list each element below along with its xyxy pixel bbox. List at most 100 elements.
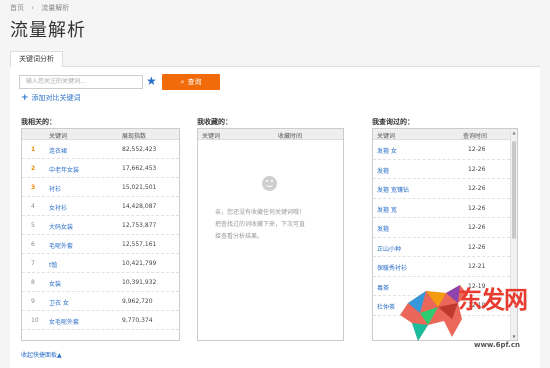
- keyword-link[interactable]: 女装: [49, 279, 61, 288]
- impression-value: 10,391,932: [122, 279, 157, 286]
- empty-line-1: 亲，您还没有收藏任何关键词哦！: [215, 209, 306, 216]
- table-row[interactable]: 正山小种 12-26: [373, 238, 510, 257]
- keyword-link[interactable]: 发箍: [377, 224, 389, 233]
- keyword-link[interactable]: 发箍: [377, 166, 389, 175]
- rank: 2: [31, 165, 36, 172]
- table-header: 关键词 查询时间: [373, 129, 517, 140]
- table-row[interactable]: 5 大码女装 12,753,877: [22, 216, 179, 235]
- table-row[interactable]: 8 女装 10,391,932: [22, 273, 179, 292]
- rank: 4: [31, 203, 35, 210]
- col-keyword: 关键词: [377, 133, 396, 140]
- col-favorite-time: 收藏时间: [278, 133, 303, 140]
- query-time: 12-26: [468, 224, 486, 231]
- watermark-brand: 东发网: [458, 285, 528, 314]
- rank: 6: [31, 241, 35, 248]
- impression-value: 12,753,877: [122, 222, 157, 229]
- rank: 8: [31, 279, 35, 286]
- keyword-link[interactable]: 杜仲茶: [377, 302, 395, 311]
- breadcrumb-current: 流量解析: [41, 4, 70, 12]
- related-keywords-table: 关键词 展现指数 1 连衣裙 82,552,423 2 中老年女装 17,662,453 3…: [21, 128, 180, 341]
- table-row[interactable]: 6 毛呢外套 12,557,161: [22, 235, 179, 254]
- query-time: 12-26: [468, 185, 486, 192]
- scroll-up-icon[interactable]: ▲: [511, 130, 517, 135]
- keyword-link[interactable]: 卫衣 女: [49, 298, 69, 307]
- tab-keyword-analysis[interactable]: 关键词分析: [10, 51, 63, 68]
- impression-value: 15,021,501: [122, 184, 157, 191]
- related-label: 我相关的：: [21, 118, 56, 126]
- impression-value: 14,428,087: [122, 203, 157, 210]
- query-button-label: 查询: [187, 78, 202, 86]
- favorites-empty-message: 亲，您还没有收藏任何关键词哦！ 把查找过的词收藏下来，下次可直 接查看分析结果。: [215, 207, 345, 243]
- rank: 5: [31, 222, 35, 229]
- keyword-link[interactable]: 发箍 宽: [377, 205, 397, 214]
- col-keyword: 关键词: [202, 133, 221, 140]
- empty-line-3: 接查看分析结果。: [215, 233, 264, 240]
- col-query-time: 查询时间: [463, 133, 488, 140]
- table-header: 关键词 展现指数: [22, 129, 179, 140]
- table-row[interactable]: 7 t恤 10,421,799: [22, 254, 179, 273]
- impression-value: 9,962,720: [122, 298, 153, 305]
- rank: 7: [31, 260, 35, 267]
- keyword-link[interactable]: 正山小种: [377, 244, 401, 253]
- tab-bar: 关键词分析: [10, 51, 540, 68]
- table-row[interactable]: 发箍 女 12-26: [373, 140, 510, 160]
- table-row[interactable]: 3 衬衫 15,021,501: [22, 178, 179, 197]
- table-row[interactable]: 1 连衣裙 82,552,423: [22, 140, 179, 159]
- table-row[interactable]: 保暖秀衬衫 12-21: [373, 257, 510, 277]
- keyword-link[interactable]: 发箍 女: [377, 146, 397, 155]
- impression-value: 17,662,453: [122, 165, 157, 172]
- collapse-panel-link[interactable]: 收起快捷面板▲: [21, 350, 62, 359]
- breadcrumb-home[interactable]: 首页: [10, 3, 24, 13]
- keyword-link[interactable]: 女毛呢外套: [49, 317, 79, 326]
- query-time: 12-26: [468, 243, 486, 251]
- search-icon: ⌕: [180, 78, 185, 86]
- keyword-link[interactable]: 衬衫: [49, 184, 61, 193]
- history-label: 我查询过的：: [372, 118, 414, 126]
- chevron-right-icon: ›: [31, 4, 35, 12]
- table-header: 关键词 收藏时间: [198, 129, 343, 140]
- impression-value: 9,770,374: [122, 317, 153, 324]
- keyword-link[interactable]: 中老年女装: [49, 165, 79, 174]
- query-time: 12-26: [468, 146, 486, 153]
- add-compare-label: 添加对比关键词: [31, 94, 81, 102]
- rank: 1: [31, 146, 36, 153]
- impression-value: 10,421,799: [122, 260, 157, 267]
- keyword-link[interactable]: 保暖秀衬衫: [377, 263, 407, 272]
- keyword-link[interactable]: 毛呢外套: [49, 241, 73, 250]
- query-time: 12-26: [468, 204, 486, 212]
- col-keyword: 关键词: [49, 133, 68, 140]
- query-time: 12-26: [468, 165, 486, 173]
- rank: 9: [31, 298, 35, 305]
- table-row[interactable]: 10 女毛呢外套 9,770,374: [22, 311, 179, 330]
- breadcrumb: 首页 › 流量解析: [10, 3, 69, 13]
- star-icon[interactable]: ★: [146, 73, 157, 89]
- col-impression-index: 展现指数: [122, 133, 147, 140]
- triangle-up-icon: ▲: [57, 352, 62, 359]
- table-row[interactable]: 发箍 12-26: [373, 160, 510, 179]
- add-compare-keyword-link[interactable]: + 添加对比关键词: [21, 93, 81, 103]
- impression-value: 82,552,423: [122, 146, 157, 153]
- query-button[interactable]: ⌕ 查询: [162, 74, 220, 90]
- table-row[interactable]: 9 卫衣 女 9,962,720: [22, 292, 179, 311]
- scrollbar-thumb[interactable]: [512, 141, 516, 239]
- query-time: 12-21: [468, 263, 486, 270]
- keyword-link[interactable]: 毒茶: [377, 283, 389, 292]
- sad-face-icon: [262, 176, 277, 191]
- table-row[interactable]: 4 女衬衫 14,428,087: [22, 197, 179, 216]
- search-input[interactable]: 输入您关注的关键词...: [19, 75, 143, 89]
- watermark-url: www.6pf.cn: [474, 341, 520, 349]
- scroll-down-icon[interactable]: ▼: [511, 334, 517, 339]
- table-row[interactable]: 发箍 宽 12-26: [373, 199, 510, 218]
- table-row[interactable]: 发箍 12-26: [373, 218, 510, 238]
- keyword-link[interactable]: 女衬衫: [49, 203, 67, 212]
- rank: 10: [31, 317, 39, 324]
- keyword-link[interactable]: 大码女装: [49, 222, 73, 231]
- collapse-label: 收起快捷面板: [21, 352, 58, 359]
- keyword-link[interactable]: t恤: [49, 260, 57, 269]
- keyword-link[interactable]: 连衣裙: [49, 146, 67, 155]
- table-row[interactable]: 发箍 宽镶钻 12-26: [373, 179, 510, 199]
- table-row[interactable]: 2 中老年女装 17,662,453: [22, 159, 179, 178]
- keyword-link[interactable]: 发箍 宽镶钻: [377, 185, 409, 194]
- impression-value: 12,557,161: [122, 241, 157, 248]
- rank: 3: [31, 184, 36, 191]
